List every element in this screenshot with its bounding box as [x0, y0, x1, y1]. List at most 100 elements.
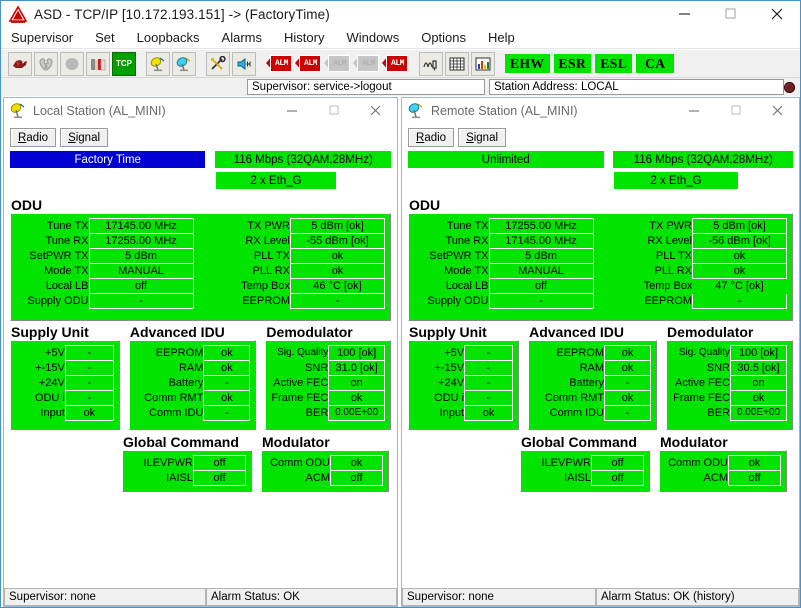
tools-icon[interactable] — [206, 51, 230, 76]
remote-odu-box: Tune TX 17255.00 MHz Tune RX 17145.00 MHz … — [408, 213, 793, 321]
local-demodulator-title: Demodulator — [266, 324, 353, 340]
remote-tab-radio[interactable]: Radio — [408, 128, 455, 147]
table-row: ILEVPWR off — [526, 455, 644, 471]
menu-windows[interactable]: Windows — [345, 29, 400, 46]
local-odu-group: ODU Tune TX 17145.00 MHz Tune RX 17255.00 … — [10, 197, 391, 321]
books-icon[interactable] — [86, 51, 110, 76]
satellite-dish-icon — [9, 102, 27, 120]
table-row: Comm IDU - — [534, 405, 652, 421]
flag-alarm-5[interactable]: ALM — [382, 55, 408, 72]
supervisor-status: Supervisor: service->logout — [247, 79, 485, 95]
satellite-dish-icon — [407, 102, 425, 120]
table-row: Comm RMT ok — [135, 390, 251, 406]
table-row: BER 0.00E+00 — [672, 405, 788, 421]
remote-status-bar: Supervisor: none Alarm Status: OK (histo… — [402, 588, 799, 606]
local-tab-row: Radio Signal — [4, 123, 397, 147]
table-row: Active FEC on — [271, 375, 385, 391]
badge-ehw[interactable]: EHW — [505, 54, 550, 73]
tab-label-rest: adio — [26, 131, 49, 144]
grid-icon[interactable] — [445, 51, 469, 76]
station-address-status: Station Address: LOCAL — [489, 79, 784, 95]
badge-ca[interactable]: CA — [636, 54, 675, 73]
remote-supply-unit-group: Supply Unit +5V - +-15V - +24V - ODU i- Inp… — [408, 324, 520, 430]
remote-modulator-group: Modulator Comm ODU ok ACM off — [659, 434, 787, 492]
remote-tab-signal[interactable]: Signal — [458, 128, 507, 147]
local-station-icon[interactable] — [146, 51, 170, 76]
remote-demodulator-box: Sig. Quality 100 [ok] SNR 30.5 [ok] Active… — [666, 340, 794, 430]
performance-icon[interactable] — [419, 51, 443, 76]
local-modulator-group: Modulator Comm ODU ok ACM off — [261, 434, 389, 492]
application-window: ASD - TCP/IP [10.172.193.151] -> (Factor… — [0, 0, 801, 608]
badge-esr[interactable]: ESR — [553, 54, 592, 73]
local-tab-signal[interactable]: Signal — [60, 128, 109, 147]
table-row: Sig. Quality 100 [ok] — [271, 345, 385, 361]
local-maximize-button[interactable] — [313, 99, 355, 123]
local-close-button[interactable] — [355, 99, 397, 123]
table-row: Frame FEC ok — [672, 390, 788, 406]
local-supply-unit-table: +5V - +-15V - +24V - ODU i- Input ok — [16, 345, 114, 421]
bird-icon[interactable] — [8, 51, 32, 76]
local-top-bars: Factory Time 116 Mbps (32QAM,28MHz) — [10, 151, 391, 168]
menu-help[interactable]: Help — [487, 29, 516, 46]
remote-supervisor-status: Supervisor: none — [402, 588, 596, 606]
local-command-columns: Global Command ILEVPWR off IAISL off Modul… — [10, 434, 391, 492]
close-button[interactable] — [754, 1, 800, 27]
local-alarm-status: Alarm Status: OK — [206, 588, 397, 606]
menu-alarms[interactable]: Alarms — [221, 29, 263, 46]
remote-alarm-status: Alarm Status: OK (history) — [596, 588, 799, 606]
badge-esl[interactable]: ESL — [595, 54, 633, 73]
minimize-button[interactable] — [662, 1, 708, 27]
remote-maximize-button[interactable] — [715, 99, 757, 123]
local-advanced-idu-box: EEPROM ok RAM ok Battery - Comm RMT ok Comm … — [128, 340, 257, 430]
window-title: ASD - TCP/IP [10.172.193.151] -> (Factor… — [34, 6, 330, 22]
remote-minimize-button[interactable] — [673, 99, 715, 123]
flag-alarm-2[interactable]: ALM — [295, 55, 321, 72]
table-row: ACM off — [267, 470, 383, 486]
local-demodulator-table: Sig. Quality 100 [ok] SNR 31.0 [ok] Active… — [271, 345, 385, 421]
remote-supply-unit-table: +5V - +-15V - +24V - ODU i- Input ok — [414, 345, 514, 421]
flag-alarm-1[interactable]: ALM — [266, 55, 292, 72]
table-row: Battery - — [135, 375, 251, 391]
table-row: Supply ODU - — [16, 293, 194, 309]
local-supply-unit-title: Supply Unit — [11, 324, 89, 340]
table-row: Comm IDU - — [135, 405, 251, 421]
table-row: Battery - — [534, 375, 652, 391]
toolbar: TCP ALM ALM ALM ALM ALM EHW ESR ESL CA — [1, 50, 800, 78]
remote-capacity-bar: 116 Mbps (32QAM,28MHz) — [613, 151, 793, 168]
menu-loopbacks[interactable]: Loopbacks — [136, 29, 201, 46]
table-row: Tune RX 17255.00 MHz — [16, 233, 194, 249]
table-row: ILEVPWR off — [128, 455, 246, 471]
speaker-icon[interactable] — [232, 51, 256, 76]
flag-alarm-3[interactable]: ALM — [324, 55, 350, 72]
remote-top-bars: Unlimited 116 Mbps (32QAM,28MHz) — [408, 151, 793, 168]
menu-supervisor[interactable]: Supervisor — [10, 29, 74, 46]
chart-icon[interactable] — [471, 51, 495, 76]
local-odu-left-table: Tune TX 17145.00 MHz Tune RX 17255.00 MHz … — [16, 218, 194, 309]
remote-close-button[interactable] — [757, 99, 799, 123]
remote-station-icon[interactable] — [172, 51, 196, 76]
remote-global-command-title: Global Command — [521, 434, 637, 450]
tcp-icon[interactable]: TCP — [112, 51, 136, 76]
remote-demodulator-table: Sig. Quality 100 [ok] SNR 30.5 [ok] Active… — [672, 345, 788, 421]
local-tab-radio[interactable]: Radio — [10, 128, 57, 147]
local-minimize-button[interactable] — [271, 99, 313, 123]
table-row: Temp Box 47 °C [ok] — [643, 280, 764, 293]
menu-history[interactable]: History — [283, 29, 325, 46]
broken-heart-icon[interactable] — [34, 51, 58, 76]
menu-options[interactable]: Options — [420, 29, 467, 46]
menu-set[interactable]: Set — [94, 29, 116, 46]
flag-label: ALM — [333, 59, 346, 68]
table-row: Active FEC on — [672, 375, 788, 391]
local-odu-box: Tune TX 17145.00 MHz Tune RX 17255.00 MHz … — [10, 213, 391, 321]
table-row: BER 0.00E+00 — [271, 405, 385, 421]
table-row: ACM off — [665, 470, 781, 486]
local-odu-title: ODU — [11, 197, 43, 213]
table-row: SetPWR TX 5 dBm — [16, 248, 194, 264]
local-demodulator-box: Sig. Quality 100 [ok] SNR 31.0 [ok] Active… — [265, 340, 391, 430]
gray-circle-icon[interactable] — [60, 51, 84, 76]
flag-alarm-4[interactable]: ALM — [353, 55, 379, 72]
table-row: +-15V - — [16, 360, 114, 376]
local-interface-row: 2 x Eth_G — [10, 172, 391, 189]
maximize-button[interactable] — [708, 1, 754, 27]
table-row: Supply ODU - — [414, 293, 594, 309]
